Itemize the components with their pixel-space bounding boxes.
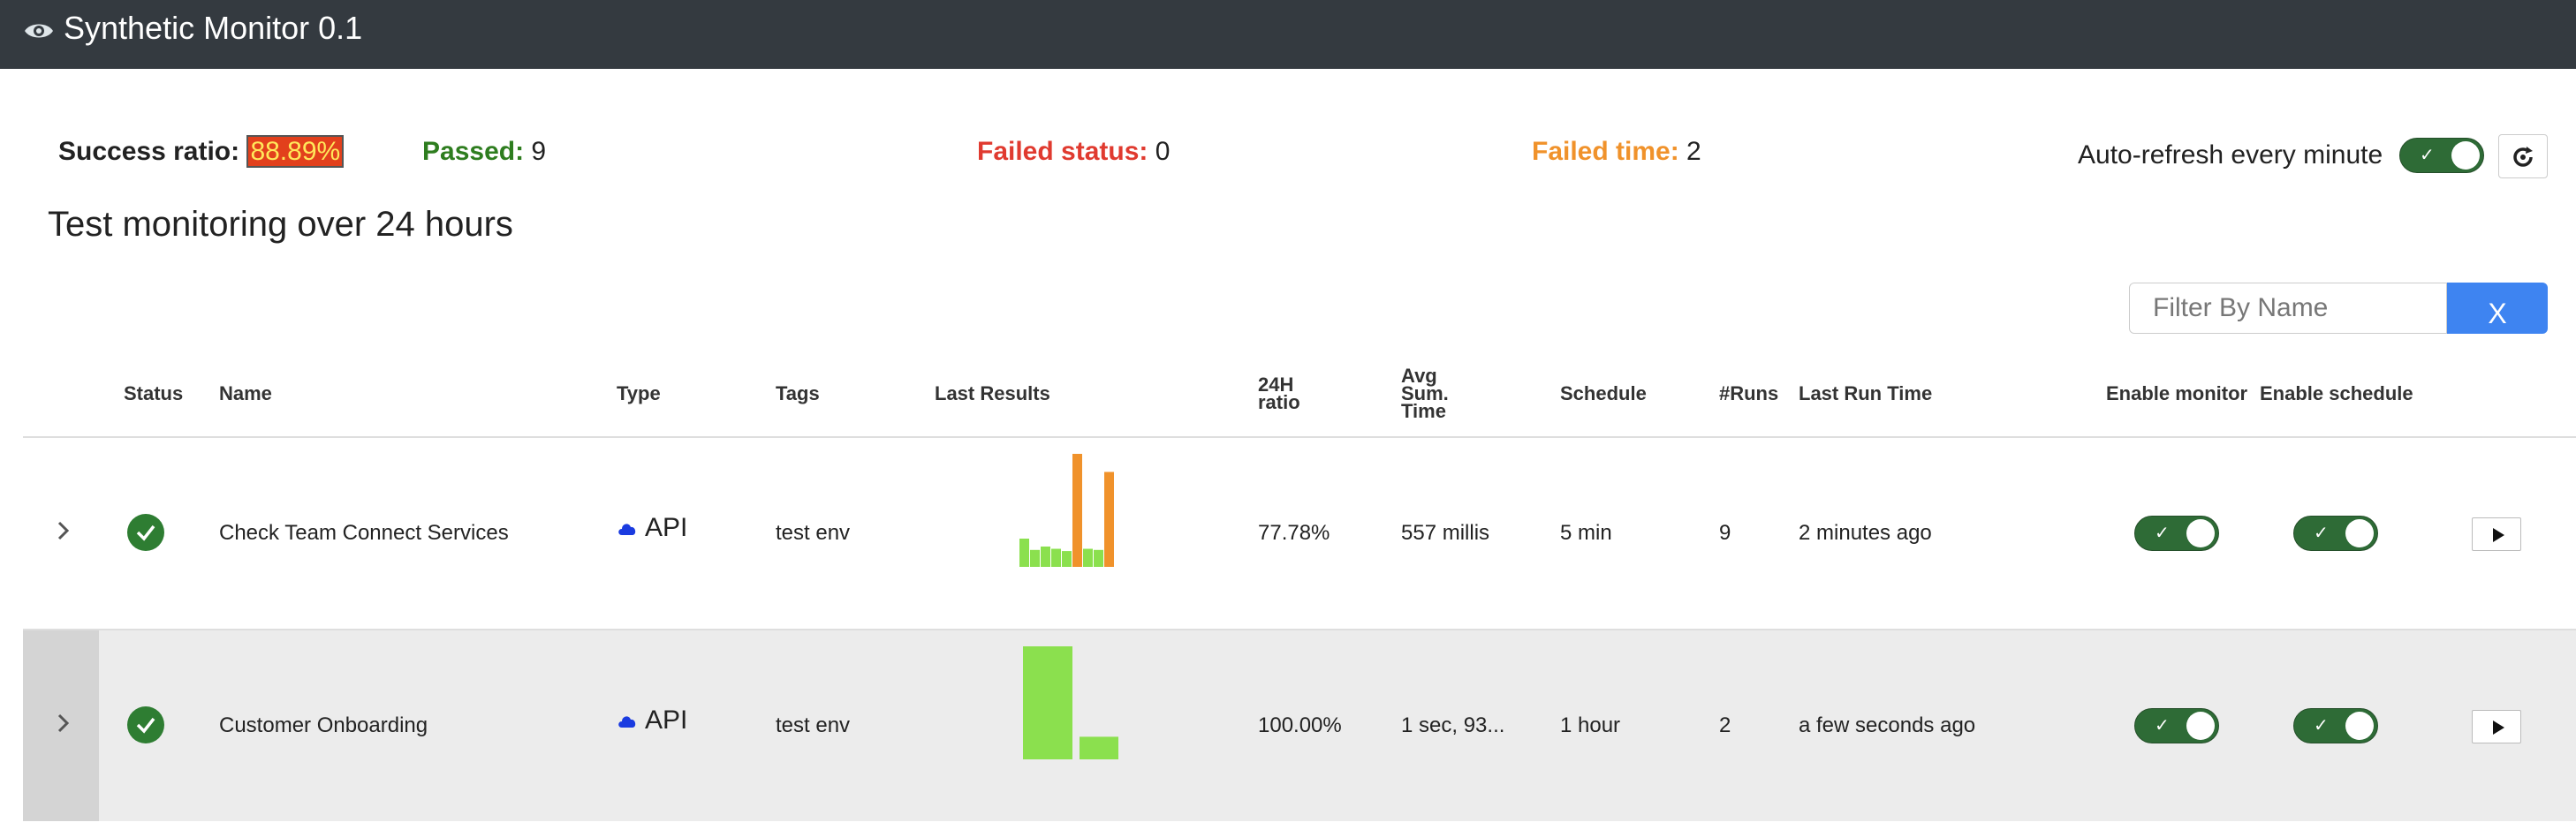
toggle-knob <box>2451 141 2480 170</box>
row-tags: test env <box>776 521 851 545</box>
toggle-knob <box>2186 712 2215 740</box>
app-title: Synthetic Monitor 0.1 <box>64 10 363 46</box>
result-bar <box>1080 736 1118 759</box>
chevron-right-icon[interactable] <box>49 517 76 544</box>
enable-schedule-toggle[interactable]: ✓ <box>2293 708 2378 743</box>
page-subtitle: Test monitoring over 24 hours <box>48 205 513 244</box>
failed-time-value: 2 <box>1686 137 1701 166</box>
row-schedule: 5 min <box>1560 521 1612 545</box>
row-name: Check Team Connect Services <box>219 521 509 545</box>
header-runs[interactable]: #Runs <box>1719 384 1778 404</box>
row-schedule: 1 hour <box>1560 713 1621 737</box>
failed-time-label: Failed time: <box>1532 137 1679 166</box>
eye-icon <box>25 24 53 38</box>
result-bar <box>1104 472 1114 567</box>
header-24h-ratio[interactable]: 24H ratio <box>1258 375 1300 413</box>
check-icon: ✓ <box>2314 716 2329 736</box>
enable-monitor-toggle[interactable]: ✓ <box>2134 516 2219 551</box>
toggle-knob <box>2345 712 2374 740</box>
refresh-button[interactable] <box>2498 134 2548 178</box>
clear-filter-button[interactable]: X <box>2447 283 2548 334</box>
header-enable-monitor: Enable monitor <box>2106 382 2248 404</box>
cloud-icon <box>618 524 636 536</box>
passed-value: 9 <box>531 137 547 166</box>
success-ratio-label: Success ratio: <box>58 137 240 166</box>
check-icon: ✓ <box>2420 146 2435 165</box>
table-row[interactable]: Check Team Connect Services API test env… <box>23 438 2576 630</box>
play-icon <box>2493 721 2504 735</box>
result-bar <box>1051 548 1061 567</box>
enable-monitor-toggle[interactable]: ✓ <box>2134 708 2219 743</box>
row-type: API <box>617 512 687 544</box>
row-avg-time: 557 millis <box>1401 521 1490 545</box>
success-ratio: Success ratio: 88.89% <box>58 132 345 171</box>
row-name: Customer Onboarding <box>219 713 428 737</box>
chevron-right-icon[interactable] <box>49 710 76 736</box>
failed-status-stat: Failed status: 0 <box>977 132 1170 171</box>
result-bar <box>1019 539 1029 567</box>
run-now-button[interactable] <box>2472 710 2521 743</box>
header-avg-line3: Time <box>1401 400 1446 422</box>
auto-refresh-label: Auto-refresh every minute <box>2078 140 2383 170</box>
result-bar <box>1062 551 1072 567</box>
app-header: Synthetic Monitor 0.1 <box>0 0 2576 69</box>
header-name[interactable]: Name <box>219 384 272 404</box>
header-last-results: Last Results <box>935 382 1050 404</box>
header-tags[interactable]: Tags <box>776 384 820 404</box>
result-bar <box>1083 548 1093 567</box>
row-ratio: 77.78% <box>1258 521 1330 545</box>
failed-status-label: Failed status: <box>977 137 1148 166</box>
check-icon: ✓ <box>2314 524 2329 543</box>
last-results-chart <box>1023 646 1118 759</box>
cloud-icon <box>618 716 636 728</box>
toggle-knob <box>2186 519 2215 547</box>
failed-time-stat: Failed time: 2 <box>1532 132 1701 171</box>
last-results-chart <box>1019 454 1114 567</box>
header-schedule[interactable]: Schedule <box>1560 384 1647 404</box>
row-ratio: 100.00% <box>1258 713 1342 737</box>
header-enable-schedule: Enable schedule <box>2260 382 2413 404</box>
table-header: Status Name Type Tags Last Results 24H r… <box>23 360 2576 438</box>
row-type: API <box>617 705 687 736</box>
header-type[interactable]: Type <box>617 384 661 404</box>
header-status[interactable]: Status <box>124 384 183 404</box>
header-avg-sum-time[interactable]: Avg Sum. Time <box>1401 366 1449 422</box>
row-runs: 2 <box>1719 713 1731 737</box>
row-type-label: API <box>645 513 688 542</box>
check-icon: ✓ <box>2155 524 2170 543</box>
header-last-run-time[interactable]: Last Run Time <box>1799 384 1932 404</box>
result-bar <box>1072 454 1082 567</box>
row-last-run: 2 minutes ago <box>1799 521 1932 545</box>
run-now-button[interactable] <box>2472 517 2521 551</box>
row-runs: 9 <box>1719 521 1731 545</box>
table-row[interactable]: Customer Onboarding API test env 100.00%… <box>23 630 2576 821</box>
failed-status-value: 0 <box>1155 137 1171 166</box>
row-type-label: API <box>645 706 688 735</box>
row-avg-time: 1 sec, 93... <box>1401 713 1505 737</box>
success-ratio-value: 88.89% <box>246 135 345 168</box>
result-bar <box>1041 546 1050 567</box>
result-bar <box>1030 549 1040 567</box>
status-success-icon <box>127 706 164 743</box>
check-icon: ✓ <box>2155 716 2170 736</box>
row-last-run: a few seconds ago <box>1799 713 1976 737</box>
toggle-knob <box>2345 519 2374 547</box>
play-icon <box>2493 528 2504 542</box>
passed-label: Passed: <box>422 137 525 166</box>
status-success-icon <box>127 514 164 551</box>
row-tags: test env <box>776 713 851 737</box>
result-bar <box>1023 646 1072 759</box>
passed-stat: Passed: 9 <box>422 132 546 171</box>
result-bar <box>1094 549 1103 567</box>
filter-by-name-input[interactable] <box>2129 283 2447 334</box>
auto-refresh-toggle[interactable]: ✓ <box>2399 138 2484 173</box>
header-ratio-line2: ratio <box>1258 391 1300 413</box>
refresh-icon <box>2513 147 2533 167</box>
enable-schedule-toggle[interactable]: ✓ <box>2293 516 2378 551</box>
